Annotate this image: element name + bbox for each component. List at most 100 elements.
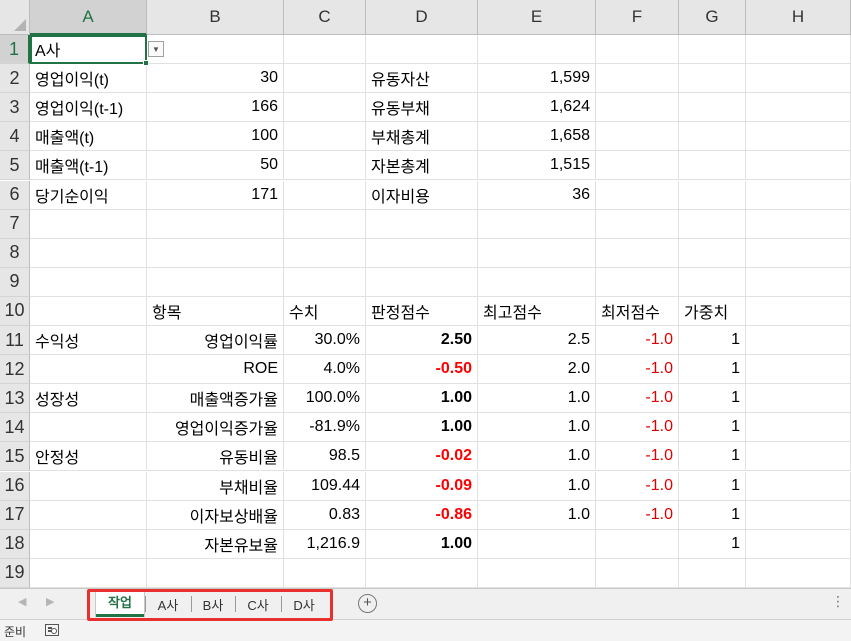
cell-f9[interactable] [596,267,679,297]
row-header-5[interactable]: 5 [0,151,30,181]
cell-f4[interactable] [596,122,679,152]
cell-a14[interactable] [30,413,147,443]
cell-g8[interactable] [679,238,746,268]
row-header-13[interactable]: 13 [0,384,30,414]
cell-c17[interactable]: 0.83 [284,500,366,530]
tab-sheet-2[interactable]: A사 [146,591,190,617]
triangle-left-icon[interactable]: ◀ [18,595,26,608]
cell-d3[interactable]: 유동부채 [366,93,478,123]
cell-f3[interactable] [596,93,679,123]
cell-c8[interactable] [284,238,366,268]
row-header-7[interactable]: 7 [0,209,30,239]
cell-a18[interactable] [30,529,147,559]
row-header-18[interactable]: 18 [0,529,30,559]
cell-a3[interactable]: 영업이익(t-1) [30,93,147,123]
cell-d15[interactable]: -0.02 [366,442,478,472]
cell-a17[interactable] [30,500,147,530]
row-header-11[interactable]: 11 [0,326,30,356]
cell-g2[interactable] [679,64,746,94]
column-header-a[interactable]: A [30,0,147,35]
cell-g11[interactable]: 1 [679,326,746,356]
column-header-d[interactable]: D [366,0,478,35]
cell-e10[interactable]: 최고점수 [478,296,596,326]
cell-c6[interactable] [284,180,366,210]
row-header-10[interactable]: 10 [0,296,30,326]
row-header-2[interactable]: 2 [0,64,30,94]
cell-a16[interactable] [30,471,147,501]
cell-c10[interactable]: 수치 [284,296,366,326]
more-options-icon[interactable]: ⋮ [831,593,845,610]
cell-b7[interactable] [147,209,284,239]
cell-e14[interactable]: 1.0 [478,413,596,443]
cell-d4[interactable]: 부채총계 [366,122,478,152]
row-header-17[interactable]: 17 [0,500,30,530]
cell-a13[interactable]: 성장성 [30,384,147,414]
cell-a1[interactable]: A사 [30,35,147,65]
cell-h19[interactable] [746,558,851,588]
cell-f17[interactable]: -1.0 [596,500,679,530]
cell-h12[interactable] [746,355,851,385]
cell-f15[interactable]: -1.0 [596,442,679,472]
cell-c14[interactable]: -81.9% [284,413,366,443]
cell-h7[interactable] [746,209,851,239]
cell-c9[interactable] [284,267,366,297]
cell-e2[interactable]: 1,599 [478,64,596,94]
row-header-8[interactable]: 8 [0,238,30,268]
cell-f14[interactable]: -1.0 [596,413,679,443]
cell-d13[interactable]: 1.00 [366,384,478,414]
cell-g19[interactable] [679,558,746,588]
plus-circle-icon[interactable]: + [358,594,377,613]
row-header-12[interactable]: 12 [0,355,30,385]
cell-c16[interactable]: 109.44 [284,471,366,501]
cell-b13[interactable]: 매출액증가율 [147,384,284,414]
cell-e19[interactable] [478,558,596,588]
tab-sheet-4[interactable]: C사 [236,591,280,617]
cell-d19[interactable] [366,558,478,588]
cell-c11[interactable]: 30.0% [284,326,366,356]
column-header-b[interactable]: B [147,0,284,35]
cell-e5[interactable]: 1,515 [478,151,596,181]
cell-c2[interactable] [284,64,366,94]
select-all-corner[interactable] [0,0,30,35]
cell-f12[interactable]: -1.0 [596,355,679,385]
cell-g16[interactable]: 1 [679,471,746,501]
cell-e13[interactable]: 1.0 [478,384,596,414]
cell-h14[interactable] [746,413,851,443]
cell-b19[interactable] [147,558,284,588]
cell-g15[interactable]: 1 [679,442,746,472]
cell-e7[interactable] [478,209,596,239]
cell-e18[interactable] [478,529,596,559]
tab-sheet-5[interactable]: D사 [282,591,326,617]
cell-a12[interactable] [30,355,147,385]
cell-d1[interactable] [366,35,478,65]
cell-b17[interactable]: 이자보상배율 [147,500,284,530]
cell-f2[interactable] [596,64,679,94]
cell-c19[interactable] [284,558,366,588]
cell-h3[interactable] [746,93,851,123]
cell-f16[interactable]: -1.0 [596,471,679,501]
tab-sheet-1[interactable]: 작업 [96,589,144,617]
row-header-1[interactable]: 1 [0,35,30,65]
cell-c1[interactable] [284,35,366,65]
cell-f5[interactable] [596,151,679,181]
cell-h1[interactable] [746,35,851,65]
cell-d14[interactable]: 1.00 [366,413,478,443]
cell-c13[interactable]: 100.0% [284,384,366,414]
cell-e1[interactable] [478,35,596,65]
cell-e16[interactable]: 1.0 [478,471,596,501]
cell-h10[interactable] [746,296,851,326]
cell-b12[interactable]: ROE [147,355,284,385]
row-header-4[interactable]: 4 [0,122,30,152]
cell-h4[interactable] [746,122,851,152]
cell-d7[interactable] [366,209,478,239]
cell-h16[interactable] [746,471,851,501]
cell-a4[interactable]: 매출액(t) [30,122,147,152]
cell-f11[interactable]: -1.0 [596,326,679,356]
cell-e8[interactable] [478,238,596,268]
cell-g13[interactable]: 1 [679,384,746,414]
cell-d18[interactable]: 1.00 [366,529,478,559]
cell-c7[interactable] [284,209,366,239]
cell-d9[interactable] [366,267,478,297]
cell-h18[interactable] [746,529,851,559]
cell-g18[interactable]: 1 [679,529,746,559]
